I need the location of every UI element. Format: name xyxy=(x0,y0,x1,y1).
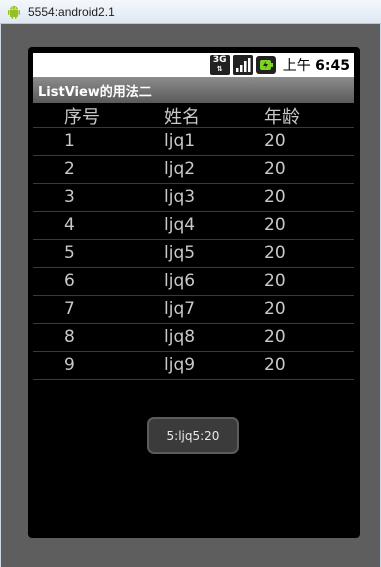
data-arrows-icon: ⇅ xyxy=(216,65,223,73)
item-name: ljq1 xyxy=(164,131,196,151)
item-age: 20 xyxy=(264,271,286,291)
item-index: 1 xyxy=(64,131,75,151)
item-index: 3 xyxy=(64,187,75,207)
list-item[interactable]: 4 ljq4 20 xyxy=(33,212,354,240)
list-item[interactable]: 7 ljq7 20 xyxy=(33,296,354,324)
toast-message: 5:ljq5:20 xyxy=(147,417,239,454)
item-index: 2 xyxy=(64,159,75,179)
header-index: 序号 xyxy=(64,107,100,128)
app-title: ListView的用法二 xyxy=(38,84,152,100)
network-label: 3G xyxy=(212,55,227,65)
status-icons: 3G ⇅ 上午 6:45 xyxy=(209,53,350,77)
item-name: ljq2 xyxy=(164,159,196,179)
status-bar: 3G ⇅ 上午 6:45 xyxy=(33,53,354,77)
item-age: 20 xyxy=(264,327,286,347)
clock-time: 6:45 xyxy=(315,58,350,74)
list-item[interactable]: 5 ljq5 20 xyxy=(33,240,354,268)
item-age: 20 xyxy=(264,187,286,207)
item-name: ljq9 xyxy=(164,355,196,375)
app-title-bar: ListView的用法二 xyxy=(33,77,354,103)
item-name: ljq3 xyxy=(164,187,196,207)
list-header[interactable]: 序号 姓名 年龄 xyxy=(33,103,354,128)
status-clock: 上午 6:45 xyxy=(283,55,350,75)
item-index: 4 xyxy=(64,215,75,235)
list-item[interactable]: 9 ljq9 20 xyxy=(33,352,354,380)
list-item[interactable]: 2 ljq2 20 xyxy=(33,156,354,184)
window-title: 5554:android2.1 xyxy=(28,4,115,19)
item-index: 5 xyxy=(64,243,75,263)
signal-strength-icon xyxy=(232,55,253,75)
toast-text: 5:ljq5:20 xyxy=(166,428,220,443)
header-age: 年龄 xyxy=(264,107,300,128)
item-age: 20 xyxy=(264,355,286,375)
item-index: 8 xyxy=(64,327,75,347)
list-item[interactable]: 3 ljq3 20 xyxy=(33,184,354,212)
item-name: ljq8 xyxy=(164,327,196,347)
item-name: ljq4 xyxy=(164,215,196,235)
item-age: 20 xyxy=(264,243,286,263)
item-age: 20 xyxy=(264,299,286,319)
list-view[interactable]: 序号 姓名 年龄 1 ljq1 20 2 ljq2 20 3 ljq3 20 4… xyxy=(33,103,354,380)
list-item[interactable]: 8 ljq8 20 xyxy=(33,324,354,352)
header-name: 姓名 xyxy=(164,107,200,128)
list-item[interactable]: 1 ljq1 20 xyxy=(33,128,354,156)
item-age: 20 xyxy=(264,215,286,235)
network-3g-icon: 3G ⇅ xyxy=(209,55,230,75)
item-index: 7 xyxy=(64,299,75,319)
window-titlebar: 5554:android2.1 xyxy=(0,0,381,24)
item-index: 9 xyxy=(64,355,75,375)
item-index: 6 xyxy=(64,271,75,291)
item-age: 20 xyxy=(264,131,286,151)
list-item[interactable]: 6 ljq6 20 xyxy=(33,268,354,296)
clock-period: 上午 xyxy=(282,58,311,74)
item-name: ljq7 xyxy=(164,299,196,319)
device-screen: 3G ⇅ 上午 6:45 ListView的用法二 序号 姓名 年龄 1 ljq… xyxy=(28,47,360,538)
android-icon xyxy=(8,5,20,19)
item-name: ljq6 xyxy=(164,271,196,291)
item-age: 20 xyxy=(264,159,286,179)
battery-charging-icon xyxy=(255,56,276,74)
item-name: ljq5 xyxy=(164,243,196,263)
